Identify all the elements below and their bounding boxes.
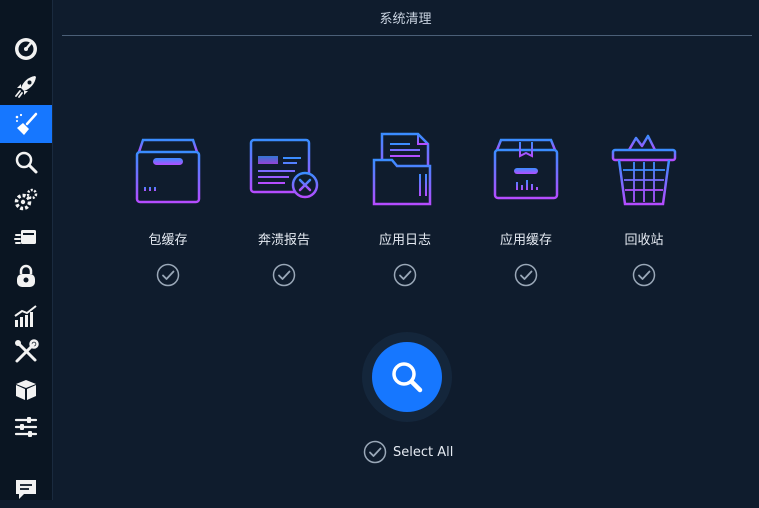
sliders-icon	[14, 417, 38, 437]
category-label: 包缓存	[148, 233, 188, 248]
sidebar-item-broom[interactable]	[0, 105, 52, 143]
check-circle-icon[interactable]	[393, 263, 417, 287]
check-circle-icon[interactable]	[632, 263, 656, 287]
app-cache-box-icon	[493, 138, 559, 200]
rocket-icon	[15, 76, 36, 98]
box-icon	[16, 380, 36, 400]
sidebar-item-box[interactable]	[0, 370, 52, 408]
category-package-cache[interactable]: 包缓存	[118, 130, 218, 290]
check-circle-icon[interactable]	[514, 263, 538, 287]
cards-icon	[14, 230, 36, 244]
category-app-cache[interactable]: 应用缓存	[476, 130, 576, 290]
category-label: 应用缓存	[499, 233, 552, 248]
sidebar-item-tools[interactable]	[0, 333, 52, 371]
sidebar-item-settings[interactable]	[0, 181, 52, 219]
lock-icon	[17, 264, 35, 287]
scan-button[interactable]	[372, 342, 442, 412]
bar-chart-icon	[14, 305, 37, 327]
select-all-label: Select All	[393, 444, 454, 460]
sidebar-item-stats[interactable]	[0, 297, 52, 335]
search-icon	[392, 362, 423, 393]
message-icon	[16, 480, 36, 499]
check-circle-icon[interactable]	[272, 263, 296, 287]
check-circle-icon[interactable]	[156, 263, 180, 287]
category-label: 应用日志	[378, 233, 431, 248]
category-label: 回收站	[624, 233, 664, 248]
sidebar-item-cards[interactable]	[0, 219, 52, 257]
tools-icon	[15, 339, 39, 363]
category-label: 奔溃报告	[257, 233, 310, 248]
speedometer-icon	[15, 38, 37, 60]
select-all-toggle[interactable]: Select All	[363, 439, 453, 465]
recycle-bin-icon	[611, 134, 677, 206]
sidebar-item-rocket[interactable]	[0, 67, 52, 105]
broom-icon	[15, 112, 38, 135]
package-box-icon	[135, 138, 201, 204]
sidebar-item-message[interactable]	[0, 470, 52, 508]
sidebar-item-search[interactable]	[0, 143, 52, 181]
page-title: 系统清理	[379, 12, 432, 27]
category-recycle-bin[interactable]: 回收站	[594, 130, 694, 290]
sidebar-item-sliders[interactable]	[0, 408, 52, 446]
app-log-folder-icon	[372, 132, 432, 206]
category-app-log[interactable]: 应用日志	[355, 130, 455, 290]
magnifier-icon	[15, 151, 38, 174]
sidebar-item-lock[interactable]	[0, 257, 52, 295]
header-divider	[62, 35, 752, 36]
crash-report-icon	[249, 138, 319, 199]
gears-icon	[14, 188, 38, 211]
check-circle-icon	[363, 440, 387, 464]
sidebar-item-speedometer[interactable]	[0, 29, 52, 67]
sidebar	[0, 0, 53, 500]
category-crash-report[interactable]: 奔溃报告	[234, 130, 334, 290]
